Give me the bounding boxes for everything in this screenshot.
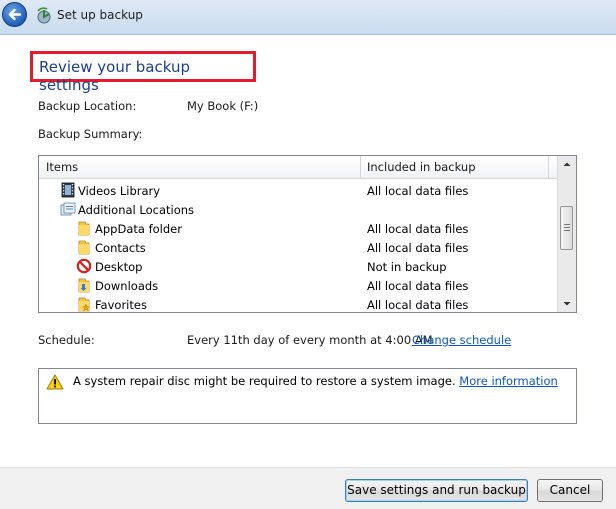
folder-icon: [78, 240, 90, 255]
list-item-name: Favorites: [95, 298, 147, 312]
videos-library-icon: [61, 182, 75, 198]
excluded-icon: [76, 258, 92, 274]
list-item[interactable]: AppData folder All local data files: [39, 219, 559, 238]
backup-summary-list[interactable]: Items Included in backup Videos Library …: [38, 155, 577, 313]
column-divider[interactable]: [360, 156, 361, 178]
list-item-name: Contacts: [95, 241, 146, 255]
page-title: Review your backup settings: [30, 51, 256, 94]
list-item-name: Desktop: [95, 260, 143, 274]
list-item[interactable]: Desktop Not in backup: [39, 257, 559, 276]
list-item[interactable]: Additional Locations: [39, 200, 559, 219]
folder-icon: [78, 221, 90, 236]
scroll-down-button[interactable]: [558, 295, 576, 312]
warning-text: A system repair disc might be required t…: [73, 374, 456, 388]
warning-message: A system repair disc might be required t…: [73, 374, 558, 388]
backup-location-label: Backup Location:: [38, 99, 137, 113]
list-item[interactable]: Videos Library All local data files: [39, 181, 559, 200]
schedule-label: Schedule:: [38, 333, 95, 347]
grip-line: [564, 227, 570, 228]
schedule-value: Every 11th day of every month at 4:00 AM: [187, 333, 433, 347]
list-item-name: Downloads: [95, 279, 159, 293]
back-button[interactable]: [2, 2, 27, 27]
list-item[interactable]: Contacts All local data files: [39, 238, 559, 257]
downloads-folder-icon: [78, 278, 90, 293]
column-divider[interactable]: [548, 156, 549, 178]
more-information-link[interactable]: More information: [459, 374, 558, 388]
chevron-down-icon: [563, 302, 571, 306]
list-item-included: All local data files: [367, 241, 469, 255]
list-item[interactable]: Downloads All local data files: [39, 276, 559, 295]
favorites-folder-icon: [78, 297, 91, 312]
footer: Save settings and run backup Cancel: [0, 467, 616, 509]
scroll-thumb[interactable]: [560, 206, 573, 250]
backup-location-value: My Book (F:): [187, 99, 259, 113]
list-item[interactable]: Favorites All local data files: [39, 295, 559, 312]
content-area: Review your backup settings Backup Locat…: [0, 35, 616, 467]
column-header-items[interactable]: Items: [46, 160, 78, 174]
list-item-included: All local data files: [367, 184, 469, 198]
backup-app-icon: [37, 7, 51, 24]
grip-line: [564, 224, 570, 225]
scroll-up-button[interactable]: [558, 156, 576, 173]
list-item-included: All local data files: [367, 298, 469, 312]
warning-box: A system repair disc might be required t…: [38, 368, 577, 424]
list-item-name: Videos Library: [78, 184, 161, 198]
additional-locations-icon: [60, 202, 76, 216]
warning-icon: [46, 374, 64, 390]
list-item-included: All local data files: [367, 222, 469, 236]
grip-line: [564, 230, 570, 231]
list-item-name: Additional Locations: [78, 203, 195, 217]
chevron-up-icon: [563, 162, 571, 166]
column-header-included[interactable]: Included in backup: [367, 160, 476, 174]
title-bar: Set up backup: [0, 0, 616, 35]
save-and-run-backup-button[interactable]: Save settings and run backup: [345, 479, 528, 502]
list-item-included: Not in backup: [367, 260, 447, 274]
back-arrow-icon: [8, 8, 22, 21]
cancel-button[interactable]: Cancel: [537, 479, 603, 502]
backup-summary-label: Backup Summary:: [38, 127, 143, 141]
list-item-name: AppData folder: [95, 222, 182, 236]
change-schedule-link[interactable]: Change schedule: [412, 333, 511, 347]
window-title: Set up backup: [57, 8, 143, 22]
list-scrollbar[interactable]: [557, 156, 576, 312]
list-header: Items Included in backup: [39, 156, 559, 179]
list-item-included: All local data files: [367, 279, 469, 293]
